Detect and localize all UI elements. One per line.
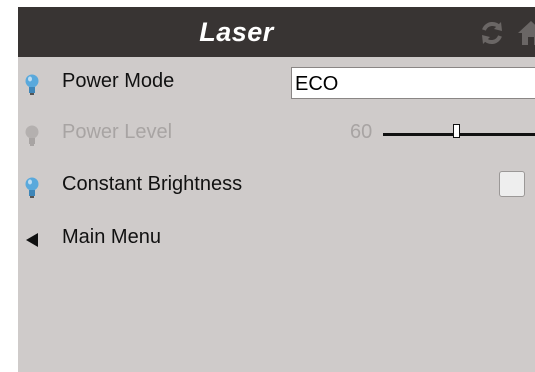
power-level-label: Power Level: [62, 121, 173, 143]
lightbulb-icon: [25, 177, 39, 198]
main-menu-row[interactable]: Main Menu: [18, 220, 535, 260]
lightbulb-icon: [25, 125, 39, 146]
title-bar: Laser: [18, 7, 535, 57]
laser-menu-panel: Laser Power Mode ECO Power Level 60 Cons…: [18, 7, 535, 372]
power-level-row: Power Level 60: [18, 115, 535, 155]
power-mode-row[interactable]: Power Mode ECO: [18, 64, 535, 104]
refresh-icon[interactable]: [479, 20, 505, 46]
home-icon[interactable]: [517, 20, 535, 46]
constant-brightness-label: Constant Brightness: [62, 173, 243, 195]
power-mode-select[interactable]: ECO: [291, 67, 535, 99]
constant-brightness-row[interactable]: Constant Brightness: [18, 167, 535, 207]
power-mode-label: Power Mode: [62, 70, 175, 92]
constant-brightness-checkbox[interactable]: [499, 171, 525, 197]
lightbulb-icon: [25, 74, 39, 95]
power-mode-value: ECO: [295, 73, 339, 95]
page-title: Laser: [199, 17, 274, 47]
back-arrow-icon: [26, 233, 38, 247]
main-menu-label: Main Menu: [62, 226, 161, 248]
power-level-value: 60: [350, 121, 373, 143]
power-level-slider-thumb: [453, 124, 461, 138]
